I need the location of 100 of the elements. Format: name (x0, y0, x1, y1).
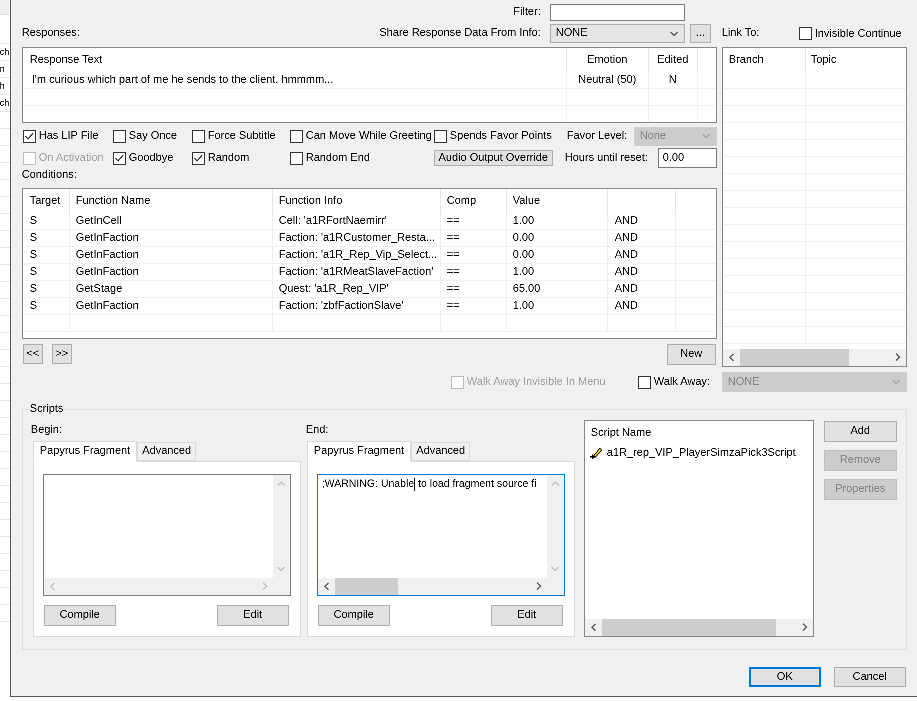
table-cell: Neutral (50) (567, 72, 649, 88)
filter-input-field[interactable] (550, 4, 685, 21)
column-header[interactable]: Target (23, 189, 70, 213)
column-header[interactable]: Emotion (567, 48, 649, 72)
scrollbar-thumb[interactable] (740, 349, 849, 366)
table-cell: GetInFaction (70, 298, 273, 314)
scrollbar-thumb[interactable] (602, 619, 776, 636)
tab[interactable]: Papyrus Fragment (33, 441, 138, 462)
scroll-left-icon[interactable] (324, 582, 330, 591)
more-button[interactable]: ... (690, 24, 711, 43)
column-header[interactable]: Response Text (23, 48, 567, 72)
table-cell: AND (608, 264, 676, 280)
tab[interactable]: Advanced (411, 442, 470, 461)
script-editor-field[interactable] (43, 474, 291, 596)
table-cell: 65.00 (507, 281, 608, 297)
table-cell: == (441, 247, 507, 263)
next-button[interactable]: >> (52, 344, 72, 364)
column-header[interactable]: Comp (441, 189, 507, 213)
checkbox[interactable] (113, 152, 126, 164)
checkbox[interactable] (23, 130, 36, 142)
hours-reset-label: Hours until reset: (565, 150, 648, 166)
checkbox[interactable] (434, 130, 447, 142)
checkbox-label: Spends Favor Points (450, 129, 552, 143)
column-header[interactable]: Function Info (273, 189, 441, 213)
column-header[interactable]: Edited (649, 48, 698, 72)
scroll-right-icon[interactable] (894, 353, 900, 362)
favor-level-label: Favor Level: (566, 128, 628, 144)
scroll-left-icon[interactable] (728, 353, 734, 362)
table-cell: Faction: 'zbfFactionSlave' (273, 298, 441, 314)
ok-button[interactable]: OK (749, 667, 821, 687)
tab[interactable]: Advanced (137, 442, 196, 461)
column-header[interactable]: Function Name (70, 189, 273, 213)
table-cell: == (441, 230, 507, 246)
caret-icon (892, 379, 901, 385)
cancel-button[interactable]: Cancel (834, 667, 906, 687)
checkbox-label: Goodbye (129, 151, 174, 165)
checkbox[interactable] (192, 152, 205, 164)
compile-button[interactable]: Compile (318, 605, 390, 626)
checkmark-icon (25, 132, 34, 140)
table-cell: == (441, 281, 507, 297)
checkmark-icon (194, 154, 203, 162)
column-header[interactable]: Branch (723, 48, 806, 72)
edit-button[interactable]: Edit (217, 605, 289, 626)
scripts-group-title: Scripts (29, 402, 65, 416)
column-header[interactable]: Value (507, 189, 608, 213)
script-action-button[interactable]: Add (824, 421, 897, 442)
horizontal-scrollbar[interactable] (318, 578, 547, 595)
checkbox[interactable] (799, 27, 812, 40)
scroll-left-icon[interactable] (590, 623, 596, 632)
checkbox[interactable] (192, 130, 205, 142)
table-cell: ch (0, 46, 10, 58)
table-cell: Quest: 'a1R_Rep_VIP' (273, 281, 441, 297)
tab[interactable]: Papyrus Fragment (307, 441, 412, 462)
horizontal-scrollbar[interactable] (585, 619, 813, 636)
scroll-right-icon[interactable] (536, 582, 542, 591)
hours-input-field[interactable]: 0.00 (658, 148, 717, 168)
table-cell: AND (608, 230, 676, 246)
checkbox[interactable] (290, 130, 303, 142)
compile-button[interactable]: Compile (44, 605, 116, 626)
scroll-right-icon[interactable] (802, 623, 808, 632)
pencil-icon (590, 447, 603, 460)
filter-label: Filter: (514, 5, 541, 20)
table-cell: == (441, 213, 507, 229)
audio-override-button[interactable]: Audio Output Override (434, 150, 553, 166)
table-cell: S (23, 247, 70, 263)
text-cursor-icon (414, 478, 416, 491)
table-cell: S (23, 230, 70, 246)
column-header[interactable]: Script Name (585, 421, 652, 445)
checkbox-label: Has LIP File (39, 129, 99, 143)
table-cell: AND (608, 247, 676, 263)
checkbox-label: Random (208, 151, 250, 165)
table-cell: N (649, 72, 698, 88)
share-response-dropdown[interactable]: NONE (550, 24, 685, 43)
table-cell: S (23, 213, 70, 229)
column-header[interactable]: Topic (806, 48, 906, 72)
script-editor-field[interactable]: ;WARNING: Unable to load fragment source fi (317, 474, 565, 596)
new-button[interactable]: New (667, 344, 716, 365)
checkbox-label: Say Once (129, 129, 178, 143)
script-list-item[interactable]: a1R_rep_VIP_PlayerSimzaPick3Script (585, 445, 796, 462)
previous-button[interactable]: << (23, 344, 43, 364)
caret-icon (670, 30, 679, 36)
table-cell: S (23, 298, 70, 314)
table-cell: S (23, 264, 70, 280)
checkbox-label: Force Subtitle (208, 129, 276, 143)
table-cell: AND (608, 213, 676, 229)
checkbox[interactable] (290, 152, 303, 164)
table-cell: 0.00 (507, 230, 608, 246)
table-cell: == (441, 264, 507, 280)
checkbox-label: Random End (306, 151, 370, 165)
table-cell: GetInCell (70, 213, 273, 229)
table-cell: Faction: 'a1RCustomer_Resta... (273, 230, 441, 246)
checkbox[interactable] (113, 130, 126, 142)
table-cell: GetInFaction (70, 264, 273, 280)
checkbox-label: Invisible Continue (815, 26, 902, 40)
horizontal-scrollbar[interactable] (723, 349, 906, 366)
table-cell: 1.00 (507, 213, 608, 229)
scrollbar-thumb[interactable] (335, 578, 398, 595)
table-cell: GetInFaction (70, 230, 273, 246)
table-cell: h (0, 80, 6, 92)
edit-button[interactable]: Edit (491, 605, 563, 626)
